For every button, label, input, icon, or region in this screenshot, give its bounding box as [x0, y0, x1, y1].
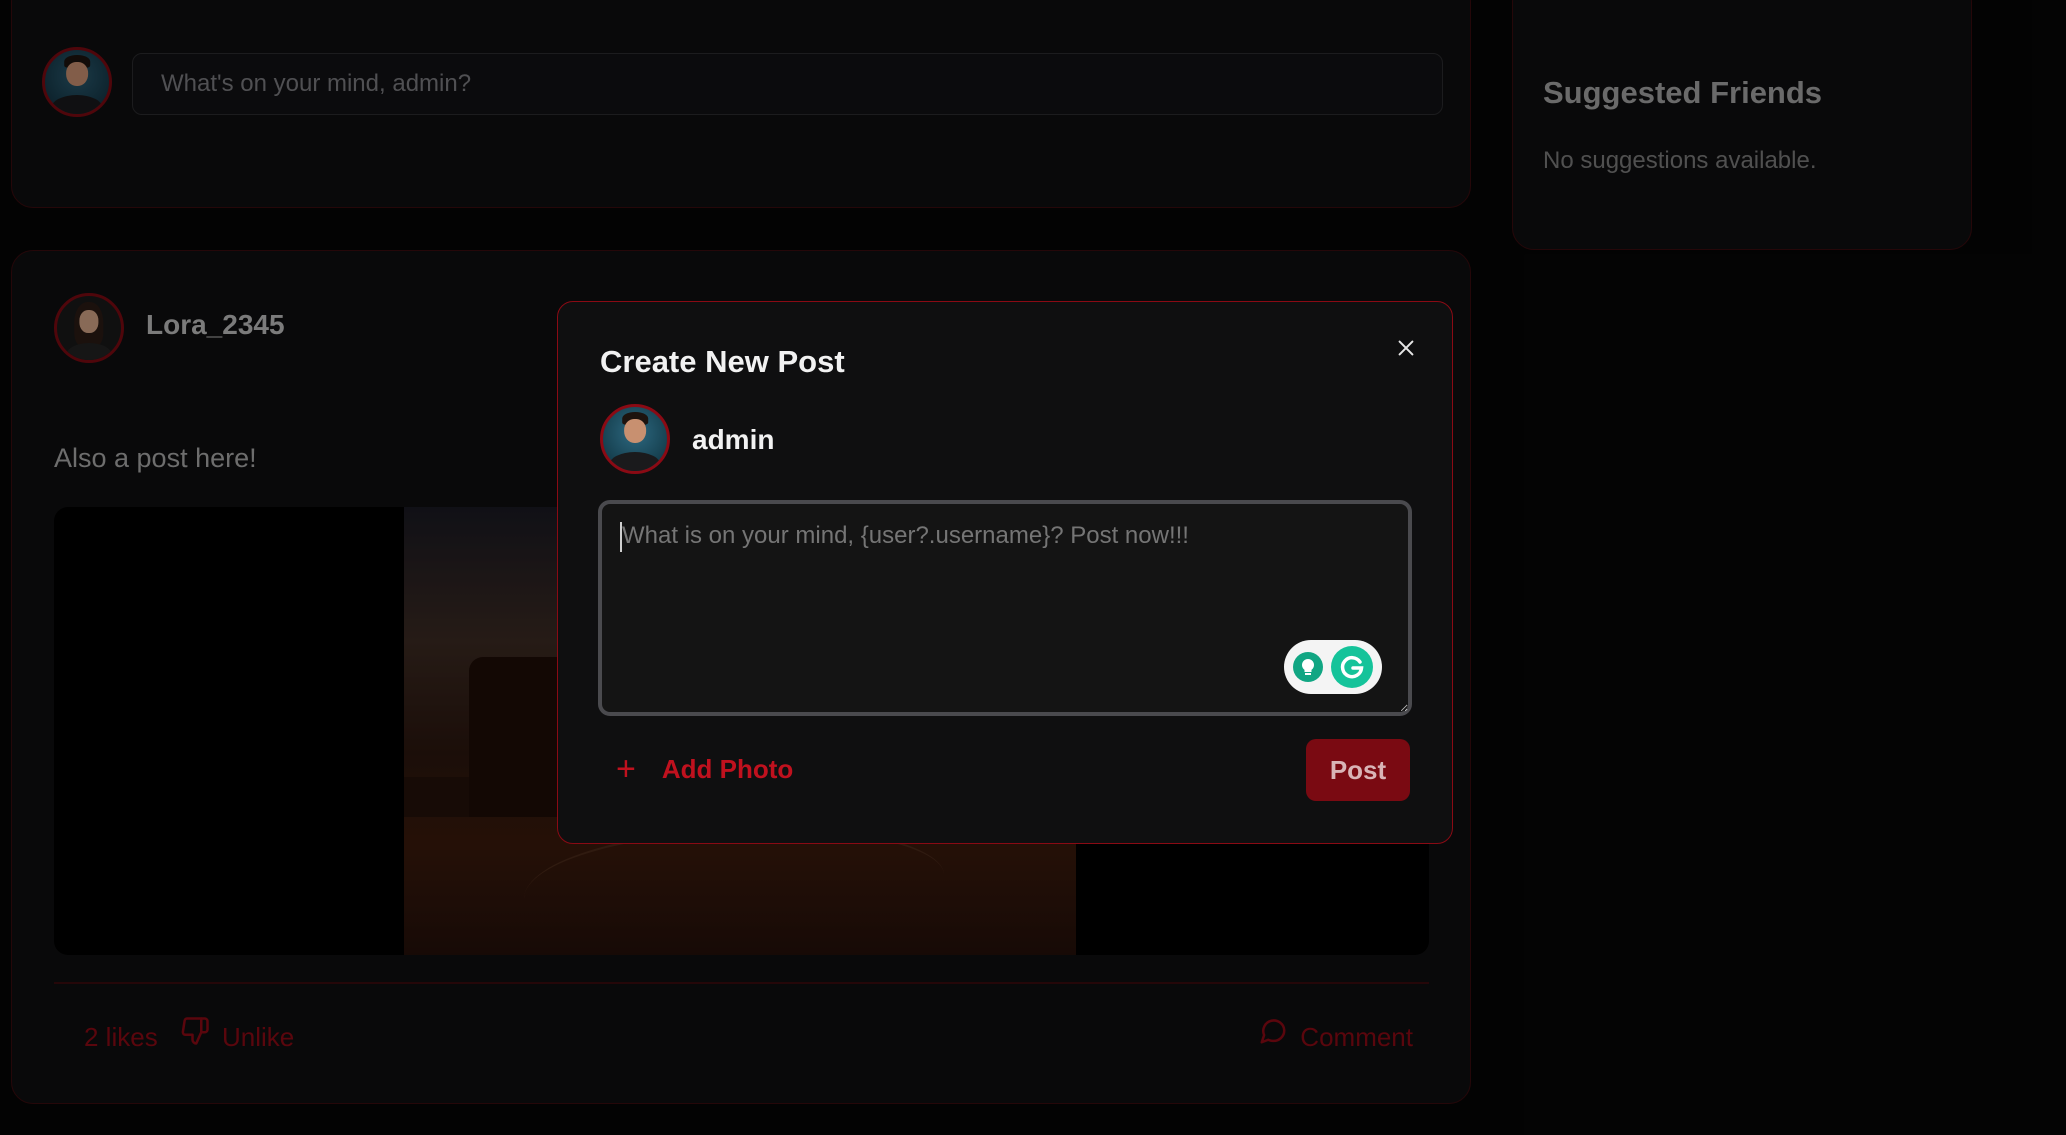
close-icon [1395, 337, 1417, 364]
add-photo-label: Add Photo [661, 753, 794, 784]
modal-username: admin [692, 424, 775, 455]
avatar [600, 404, 670, 474]
create-post-modal: Create New Post admin What is on your mi… [557, 301, 1453, 844]
avatar-face [624, 418, 646, 443]
add-photo-button[interactable]: + Add Photo [616, 744, 793, 794]
grammarly-widget[interactable] [1284, 640, 1382, 694]
grammarly-icon[interactable] [1331, 646, 1374, 688]
text-caret [620, 522, 622, 552]
close-button[interactable] [1388, 332, 1424, 368]
avatar-body [609, 451, 661, 471]
lightbulb-icon[interactable] [1292, 652, 1323, 682]
page: What's on your mind, admin? Lora_2345 Al… [0, 0, 2066, 1135]
modal-title: Create New Post [600, 344, 845, 379]
post-button[interactable]: Post [1306, 739, 1410, 801]
plus-icon: + [616, 750, 636, 788]
